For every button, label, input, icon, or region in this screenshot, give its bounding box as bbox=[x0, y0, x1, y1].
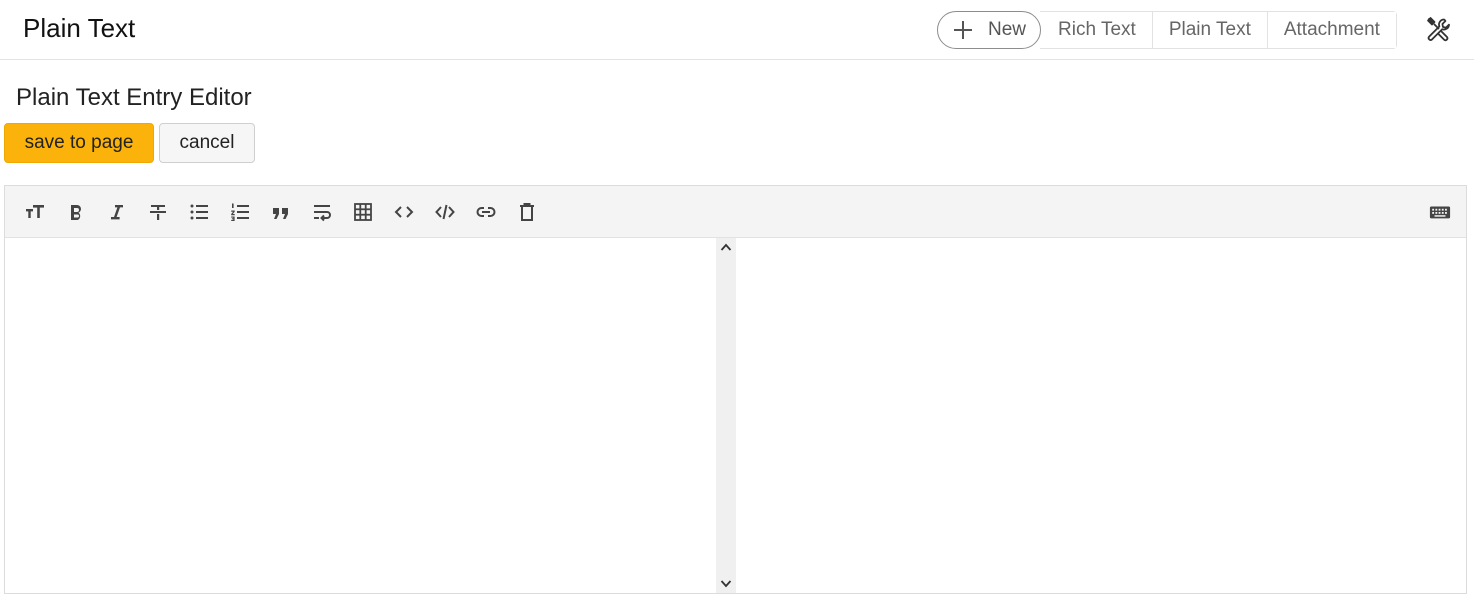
editor-scrollbar[interactable] bbox=[716, 238, 736, 593]
tab-plain-text[interactable]: Plain Text bbox=[1151, 12, 1267, 48]
scroll-up-icon[interactable] bbox=[716, 238, 736, 256]
code-icon[interactable] bbox=[390, 198, 418, 226]
app-header: Plain Text New Rich Text Plain Text Atta… bbox=[0, 0, 1474, 60]
editor-heading: Plain Text Entry Editor bbox=[16, 84, 252, 111]
keyboard-icon[interactable] bbox=[1426, 198, 1454, 226]
plus-icon bbox=[952, 19, 974, 41]
markdown-editor bbox=[4, 185, 1467, 594]
nav-tabs: Rich Text Plain Text Attachment bbox=[1040, 11, 1397, 49]
page-title: Plain Text bbox=[23, 13, 136, 43]
tab-attachment[interactable]: Attachment bbox=[1266, 12, 1396, 48]
new-button-label: New bbox=[988, 19, 1027, 40]
tools-icon[interactable] bbox=[1424, 15, 1454, 45]
tab-rich-text[interactable]: Rich Text bbox=[1040, 12, 1152, 48]
bullet-list-icon[interactable] bbox=[185, 198, 213, 226]
italic-icon[interactable] bbox=[103, 198, 131, 226]
strikethrough-icon[interactable] bbox=[144, 198, 172, 226]
save-to-page-button[interactable]: save to page bbox=[4, 123, 154, 163]
link-icon[interactable] bbox=[472, 198, 500, 226]
table-icon[interactable] bbox=[349, 198, 377, 226]
scroll-down-icon[interactable] bbox=[716, 575, 736, 593]
wrap-icon[interactable] bbox=[308, 198, 336, 226]
quote-icon[interactable] bbox=[267, 198, 295, 226]
preview-pane bbox=[736, 238, 1466, 593]
heading-icon[interactable] bbox=[21, 198, 49, 226]
text-input-area[interactable] bbox=[5, 238, 716, 593]
new-button[interactable]: New bbox=[937, 11, 1042, 49]
editor-toolbar bbox=[5, 186, 1466, 238]
numbered-list-icon[interactable] bbox=[226, 198, 254, 226]
content-type-nav: New Rich Text Plain Text Attachment bbox=[937, 11, 1397, 49]
bold-icon[interactable] bbox=[62, 198, 90, 226]
cancel-button[interactable]: cancel bbox=[159, 123, 255, 163]
delete-icon[interactable] bbox=[513, 198, 541, 226]
code-block-icon[interactable] bbox=[431, 198, 459, 226]
